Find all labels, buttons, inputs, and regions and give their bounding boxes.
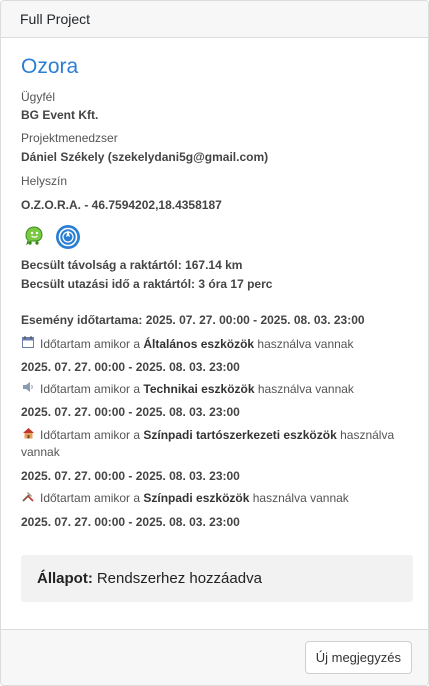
usage-range-general: 2025. 07. 27. 00:00 - 2025. 08. 03. 23:0… (21, 360, 240, 374)
usage-suffix: használva vannak (249, 491, 349, 505)
card-footer: Új megjegyzés (1, 629, 428, 685)
usage-category: Technikai eszközök (143, 382, 255, 396)
status-box: Állapot: Rendszerhez hozzáadva (21, 555, 413, 602)
usage-prefix: Időtartam amikor a (40, 491, 144, 505)
status-label: Állapot: (37, 570, 93, 587)
new-note-button[interactable]: Új megjegyzés (304, 641, 412, 674)
waze-link[interactable] (21, 225, 45, 249)
usage-prefix: Időtartam amikor a (40, 337, 144, 351)
status-value: Rendszerhez hozzáadva (96, 570, 262, 587)
navigation-icon (58, 227, 78, 247)
location-value: O.Z.O.R.A. - 46.7594202,18.4358187 (21, 198, 222, 212)
usage-category: Színpadi tartószerkezeti eszközök (143, 428, 337, 442)
usage-range-stage-structure: 2025. 07. 27. 00:00 - 2025. 08. 03. 23:0… (21, 469, 240, 483)
usage-range-technical: 2025. 07. 27. 00:00 - 2025. 08. 03. 23:0… (21, 405, 240, 419)
usage-prefix: Időtartam amikor a (40, 382, 144, 396)
usage-row-stage: Időtartam amikor a Színpadi eszközök has… (21, 490, 349, 505)
usage-suffix: használva vannak (254, 337, 354, 351)
manager-value: Dániel Székely (szekelydani5g@gmail.com) (21, 150, 269, 164)
event-range-text: Esemény időtartama: 2025. 07. 27. 00:00 … (21, 313, 365, 327)
project-card: Full Project Ozora Ügyfél BG Event Kft. … (0, 0, 429, 686)
usage-row-stage-structure-cont: vannak (21, 445, 60, 459)
usage-suffix: használva vannak (254, 382, 354, 396)
usage-row-general: Időtartam amikor a Általános eszközök ha… (21, 336, 353, 351)
distance-text: Becsült távolság a raktártól: 167.14 km (21, 258, 243, 272)
usage-range-stage: 2025. 07. 27. 00:00 - 2025. 08. 03. 23:0… (21, 515, 240, 529)
usage-suffix: használva (336, 428, 395, 442)
usage-category: Színpadi eszközök (143, 491, 250, 505)
client-label: Ügyfél (21, 90, 56, 104)
card-header: Full Project (1, 1, 428, 38)
maps-link[interactable] (56, 225, 80, 249)
usage-category: Általános eszközök (143, 337, 255, 351)
usage-row-stage-structure: Időtartam amikor a Színpadi tartószerkez… (21, 427, 394, 442)
usage-prefix: Időtartam amikor a (40, 428, 144, 442)
manager-label: Projektmenedzser (21, 131, 118, 145)
location-label: Helyszín (21, 174, 68, 188)
client-value: BG Event Kft. (21, 108, 99, 122)
usage-row-technical: Időtartam amikor a Technikai eszközök ha… (21, 381, 354, 396)
house-icon (21, 427, 35, 442)
header-title: Full Project (20, 11, 91, 27)
project-title: Ozora (21, 55, 79, 78)
tools-icon (21, 490, 35, 505)
travel-time-text: Becsült utazási idő a raktártól: 3 óra 1… (21, 277, 273, 291)
speaker-icon (21, 381, 35, 396)
calendar-icon (21, 336, 35, 351)
waze-icon (25, 226, 43, 246)
